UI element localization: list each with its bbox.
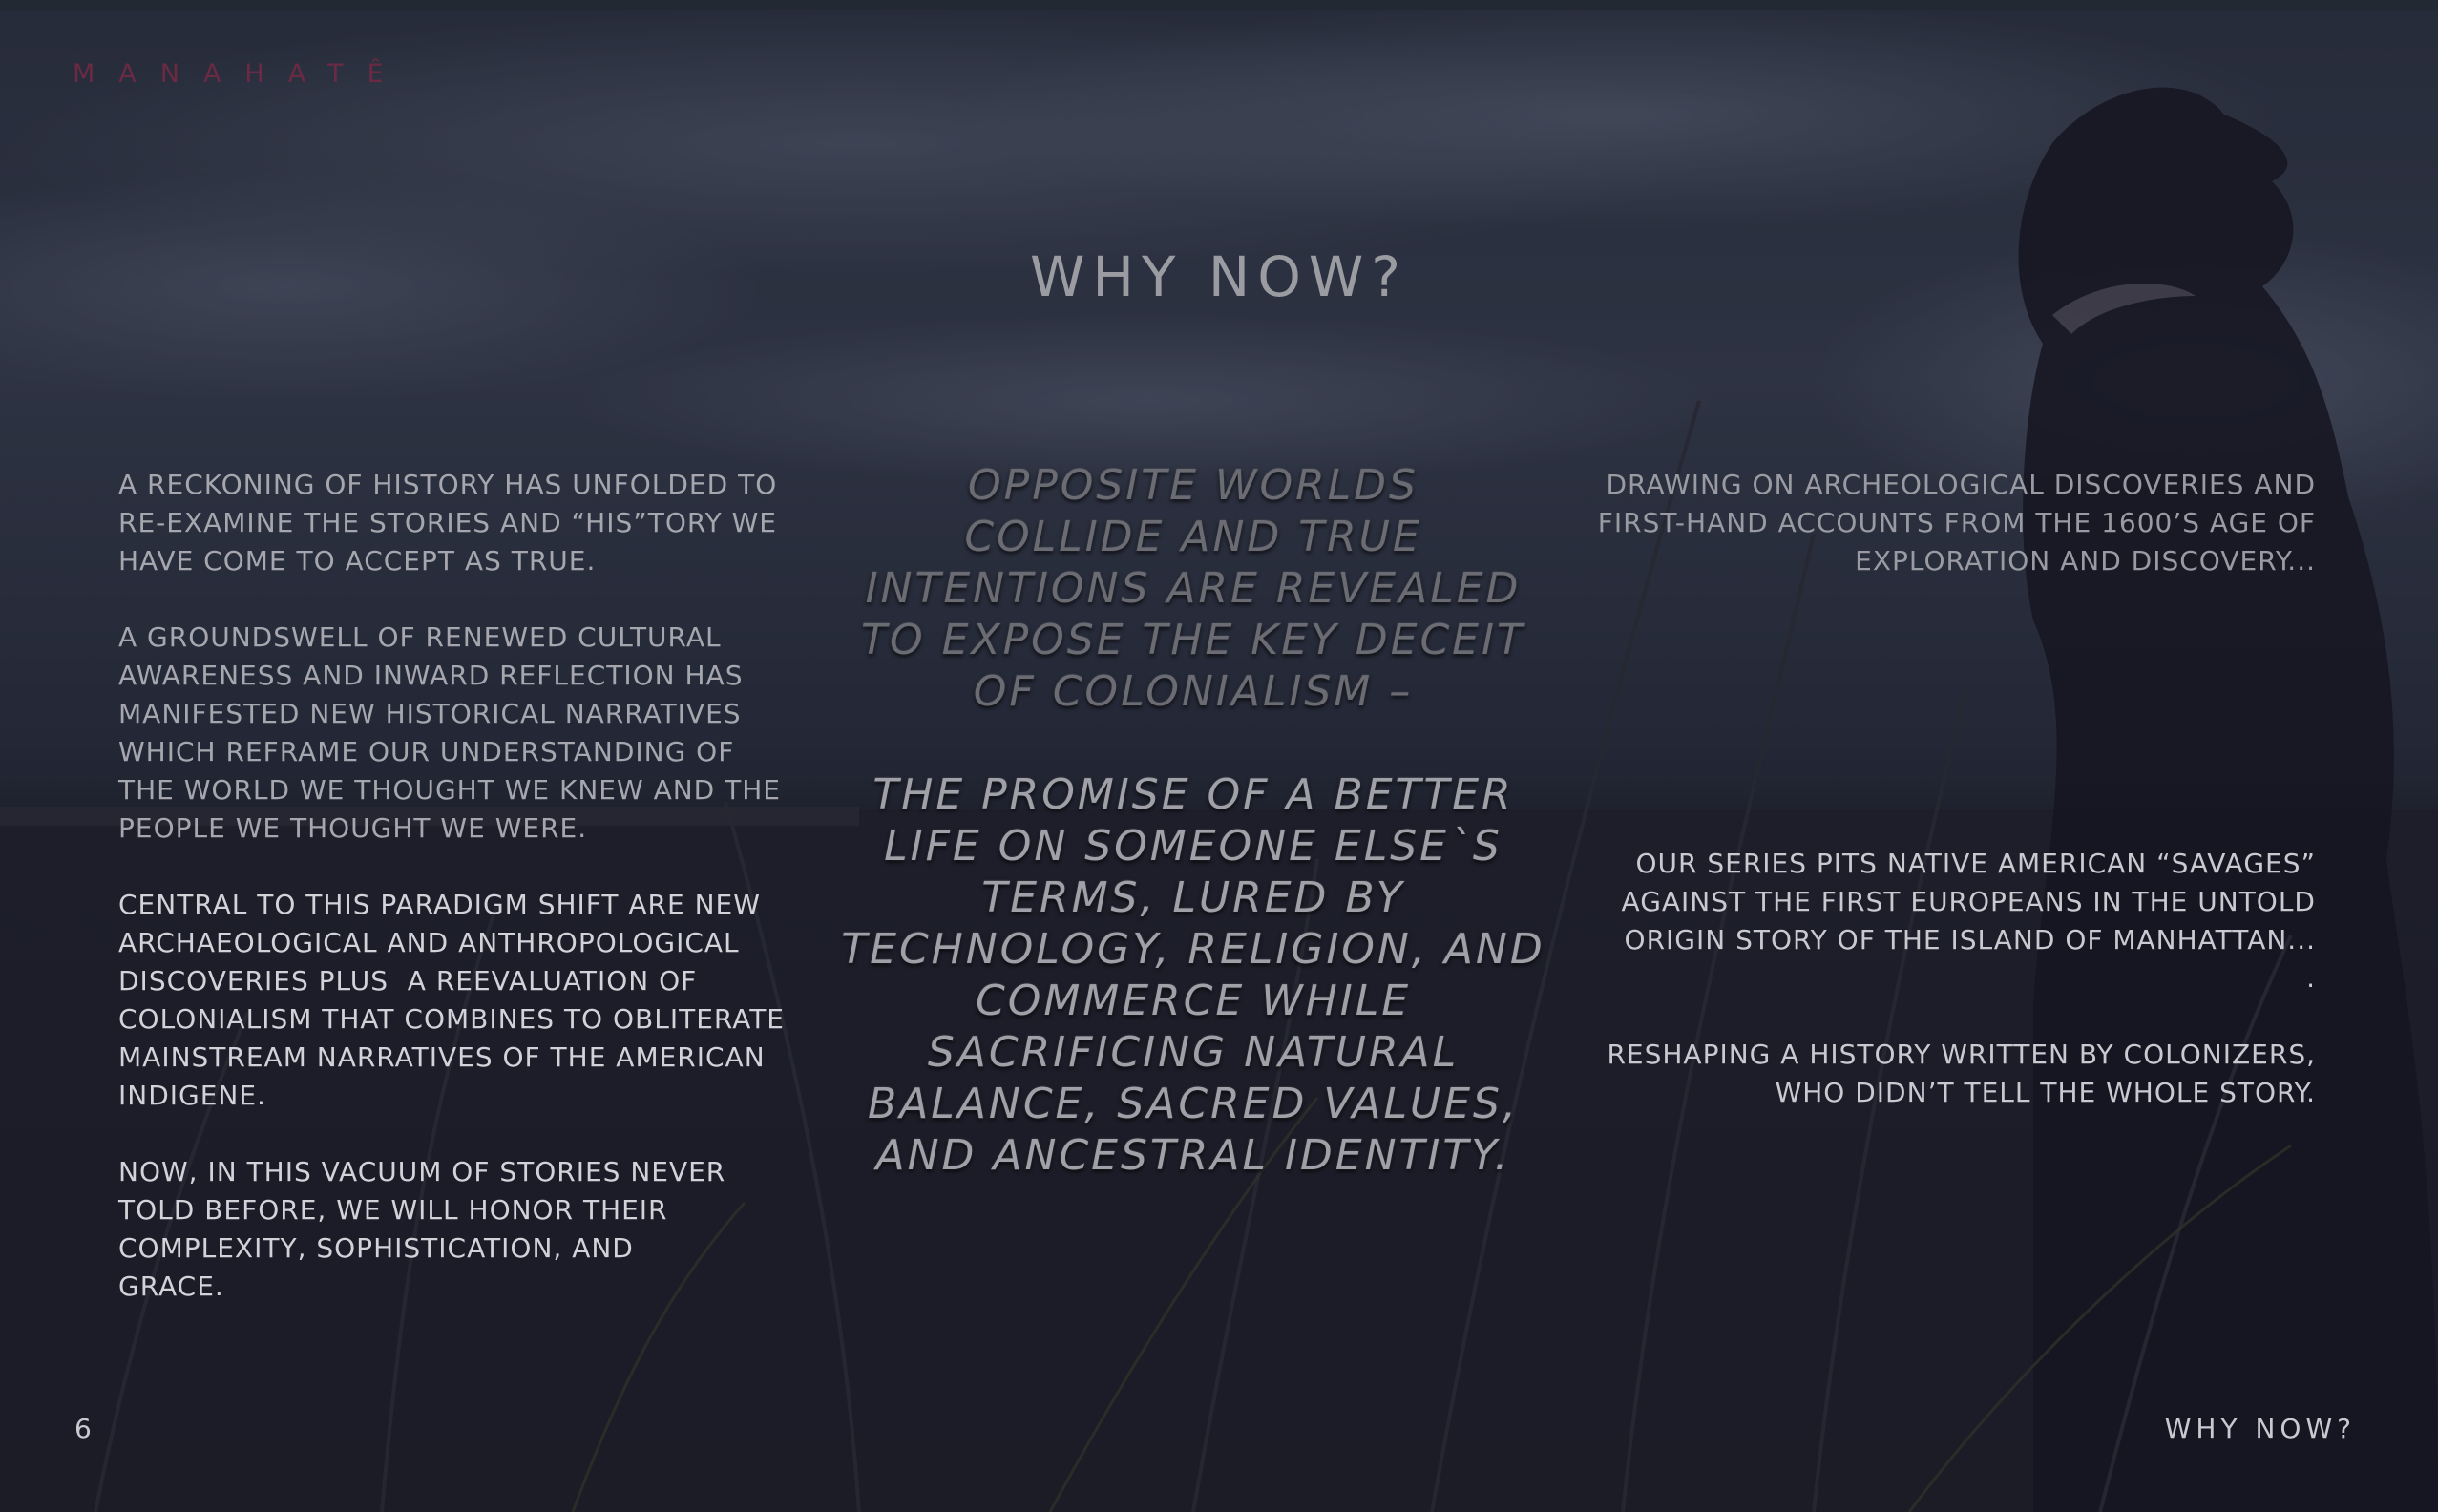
left-paragraph-1: A RECKONING OF HISTORY HAS UNFOLDED TO R… — [118, 469, 776, 577]
brand-logo: MANAHATÊ — [73, 59, 408, 89]
right-paragraph-1: DRAWING ON ARCHEOLOGICAL DISCOVERIES AND… — [1597, 469, 2316, 577]
center-quote: OPPOSITE WORLDS COLLIDE AND TRUE INTENTI… — [830, 460, 1556, 1182]
center-quote-paragraph-2: THE PROMISE OF A BETTER LIFE ON SOMEONE … — [841, 770, 1545, 1180]
left-paragraph-2: A GROUNDSWELL OF RENEWED CULTURAL AWAREN… — [118, 621, 780, 844]
right-column-top: DRAWING ON ARCHEOLOGICAL DISCOVERIES AND… — [1566, 466, 2316, 580]
right-paragraph-2: OUR SERIES PITS NATIVE AMERICAN “SAVAGES… — [1621, 848, 2316, 994]
page-number: 6 — [74, 1413, 92, 1444]
top-border — [0, 0, 2438, 10]
right-column-bottom: OUR SERIES PITS NATIVE AMERICAN “SAVAGES… — [1566, 845, 2316, 1112]
left-column: A RECKONING OF HISTORY HAS UNFOLDED TO R… — [118, 466, 785, 1306]
center-quote-paragraph-1: OPPOSITE WORLDS COLLIDE AND TRUE INTENTI… — [861, 461, 1525, 716]
left-paragraph-3: CENTRAL TO THIS PARADIGM SHIFT ARE NEW A… — [118, 889, 785, 1111]
footer-title: WHY NOW? — [2164, 1413, 2356, 1444]
left-paragraph-4: NOW, IN THIS VACUUM OF STORIES NEVER TOL… — [118, 1156, 726, 1302]
right-paragraph-3: RESHAPING A HISTORY WRITTEN BY COLONIZER… — [1607, 1039, 2316, 1108]
page-title: WHY NOW? — [1030, 244, 1408, 309]
